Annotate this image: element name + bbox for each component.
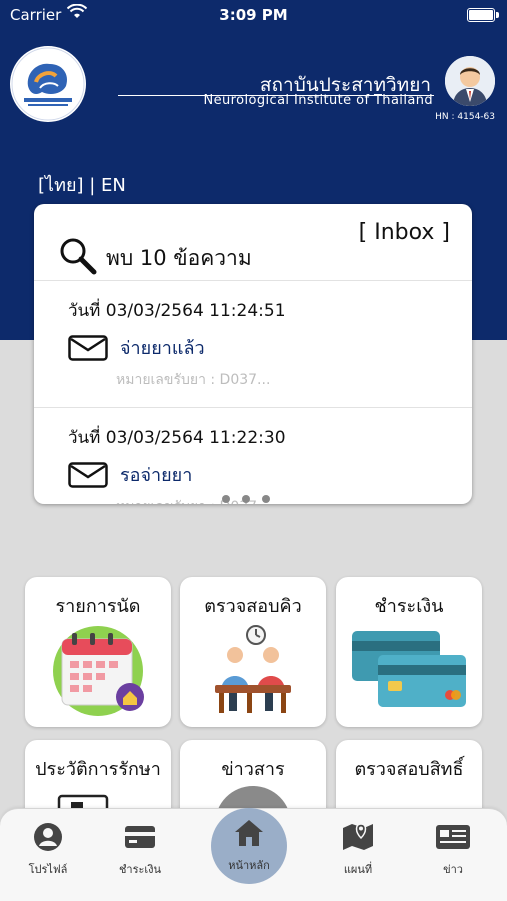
message-date: วันที่ 03/03/2564 11:24:51	[68, 301, 286, 321]
nav-label: หน้าหลัก	[228, 859, 270, 872]
nav-home[interactable]: หน้าหลัก	[209, 818, 289, 874]
institute-name-english: Neurological Institute of Thailand	[203, 93, 433, 108]
message-count: พบ 10 ข้อความ	[106, 246, 252, 270]
pager-dot[interactable]	[222, 495, 230, 503]
tile-label: ตรวจสอบสิทธิ์	[354, 759, 464, 780]
pager-dot[interactable]	[242, 495, 250, 503]
envelope-icon	[68, 335, 108, 361]
payment-card-icon	[125, 826, 155, 848]
institute-logo	[10, 46, 86, 122]
status-bar: Carrier 3:09 PM	[0, 0, 507, 30]
payment-tile[interactable]: ชำระเงิน	[336, 577, 482, 727]
envelope-icon	[68, 462, 108, 488]
pager-dot[interactable]	[262, 495, 270, 503]
tile-label: ประวัติการรักษา	[35, 759, 161, 780]
tile-label: รายการนัด	[55, 596, 141, 617]
tile-label: ตรวจสอบคิว	[204, 596, 302, 617]
inbox-card[interactable]: [ Inbox ] พบ 10 ข้อความ วันที่ 03/03/256…	[34, 204, 472, 504]
nav-profile[interactable]: โปรไฟล์	[8, 822, 88, 878]
search-icon	[60, 238, 97, 275]
calendar-icon	[53, 626, 144, 716]
nav-payment[interactable]: ชำระเงิน	[100, 822, 180, 878]
waiting-queue-icon	[215, 625, 291, 713]
inbox-title[interactable]: [ Inbox ]	[359, 220, 450, 245]
message-date: วันที่ 03/03/2564 11:22:30	[68, 428, 286, 448]
map-icon	[343, 823, 373, 850]
profile-icon	[34, 823, 62, 851]
appointments-tile[interactable]: รายการนัด	[25, 577, 171, 727]
battery-tip	[496, 12, 499, 18]
nav-label: ชำระเงิน	[118, 863, 162, 876]
pager-dots[interactable]	[222, 488, 282, 504]
nav-map[interactable]: แผนที่	[318, 820, 398, 878]
hospital-number: HN : 4154-63	[435, 112, 495, 122]
prescription-number: หมายเลขรับยา : D037...	[116, 372, 271, 388]
nav-label: แผนที่	[343, 863, 373, 876]
home-icon	[235, 820, 263, 846]
queue-check-tile[interactable]: ตรวจสอบคิว	[180, 577, 326, 727]
message-list: วันที่ 03/03/2564 11:24:51 จ่ายยาแล้ว หม…	[34, 280, 472, 504]
nav-label: โปรไฟล์	[28, 863, 68, 876]
nav-news[interactable]: ข่าว	[413, 822, 493, 878]
message-status: จ่ายยาแล้ว	[120, 338, 205, 359]
avatar[interactable]	[445, 56, 495, 106]
news-icon	[436, 825, 470, 849]
nav-label: ข่าว	[443, 863, 463, 876]
battery-icon	[467, 8, 495, 22]
tile-label: ข่าวสาร	[221, 759, 285, 780]
tile-label: ชำระเงิน	[374, 596, 444, 617]
credit-cards-icon	[352, 631, 466, 707]
list-item[interactable]: วันที่ 03/03/2564 11:24:51 จ่ายยาแล้ว หม…	[34, 280, 472, 407]
doctor-avatar-icon	[445, 56, 495, 106]
status-time: 3:09 PM	[219, 6, 288, 24]
message-status: รอจ่ายยา	[120, 465, 193, 486]
language-switch[interactable]: [ไทย] | EN	[38, 170, 126, 199]
brain-logo-icon	[11, 47, 85, 121]
